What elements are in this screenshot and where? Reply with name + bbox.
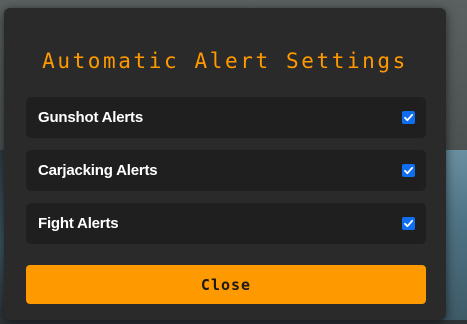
checkmark-icon xyxy=(404,219,414,228)
close-button[interactable]: Close xyxy=(26,265,426,304)
option-label-gunshot: Gunshot Alerts xyxy=(38,109,143,126)
option-label-fight: Fight Alerts xyxy=(38,215,119,232)
option-label-carjacking: Carjacking Alerts xyxy=(38,162,158,179)
modal-title: Automatic Alert Settings xyxy=(42,49,408,73)
alert-settings-modal: Automatic Alert Settings Gunshot Alerts … xyxy=(4,8,446,320)
option-row-gunshot[interactable]: Gunshot Alerts xyxy=(26,97,426,138)
gunshot-alerts-checkbox[interactable] xyxy=(402,111,415,124)
option-row-carjacking[interactable]: Carjacking Alerts xyxy=(26,150,426,191)
checkmark-icon xyxy=(404,113,414,122)
checkmark-icon xyxy=(404,166,414,175)
fight-alerts-checkbox[interactable] xyxy=(402,217,415,230)
carjacking-alerts-checkbox[interactable] xyxy=(402,164,415,177)
option-row-fight[interactable]: Fight Alerts xyxy=(26,203,426,244)
